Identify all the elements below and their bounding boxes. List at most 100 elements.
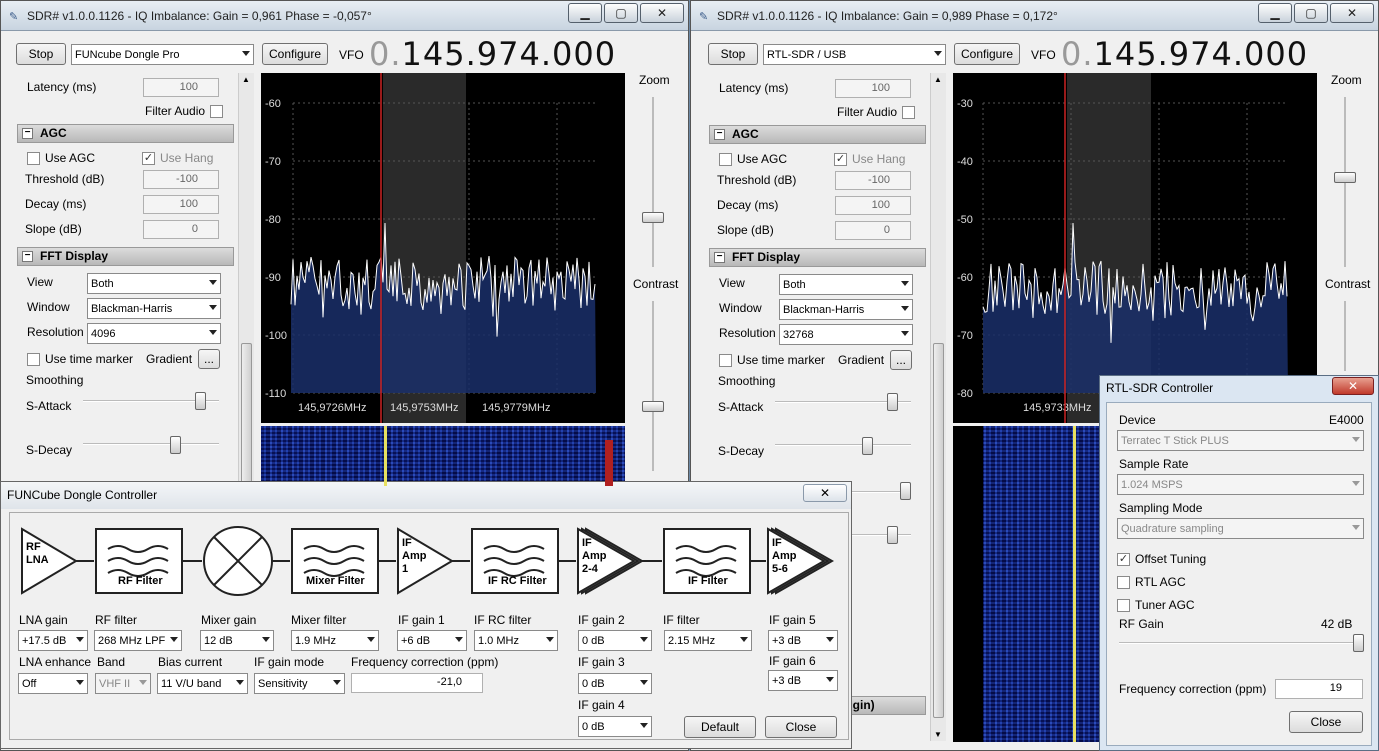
filter-audio-checkbox[interactable]: Filter Audio <box>145 104 224 118</box>
lna-gain-select[interactable]: +17.5 dB <box>18 630 88 651</box>
s-decay-slider[interactable] <box>862 437 873 455</box>
rtl-close-button[interactable]: Close <box>1289 711 1363 733</box>
agc-section-header[interactable]: − AGC <box>709 125 926 144</box>
contrast-slider[interactable] <box>642 401 664 412</box>
rtl-device-select[interactable]: Terratec T Stick PLUS <box>1117 430 1364 451</box>
decay-input[interactable]: 100 <box>835 196 911 215</box>
resolution-select[interactable]: 32768 <box>779 324 913 345</box>
gradient-button[interactable]: ... <box>890 350 912 370</box>
rf-gain-slider[interactable] <box>1353 634 1364 652</box>
if-gain-mode-select[interactable]: Sensitivity <box>254 673 345 694</box>
minimize-button[interactable]: ▁ <box>1258 3 1292 23</box>
zoom-slider[interactable] <box>1334 172 1356 183</box>
close-button[interactable]: ✕ <box>803 484 847 502</box>
title-bar[interactable]: ✎ SDR# v1.0.0.1126 - IQ Imbalance: Gain … <box>691 1 1378 31</box>
if-gain1-select[interactable]: +6 dB <box>397 630 467 651</box>
s-decay-slider[interactable] <box>170 436 181 454</box>
lna-enhance-select[interactable]: Off <box>18 673 88 694</box>
waterfall-panel[interactable] <box>261 426 625 486</box>
slope-input[interactable]: 0 <box>143 220 219 239</box>
threshold-input[interactable]: -100 <box>835 171 911 190</box>
minimize-button[interactable]: ▁ <box>568 3 602 23</box>
configure-button[interactable]: Configure <box>262 43 328 65</box>
fft-section-header[interactable]: − FFT Display <box>709 248 926 267</box>
s-decay-label: S-Decay <box>718 444 765 458</box>
close-button[interactable]: Close <box>765 716 837 738</box>
band-select[interactable]: VHF II <box>95 673 151 694</box>
freq-correction-input[interactable]: -21,0 <box>351 673 483 693</box>
use-agc-checkbox[interactable]: Use AGC <box>719 152 787 166</box>
maximize-button[interactable]: ▢ <box>1294 3 1328 23</box>
vfo-frequency[interactable]: 0.145.974.000 <box>1061 35 1308 73</box>
panel-scrollbar[interactable]: ▲ ▼ <box>930 73 946 741</box>
slider-thumb[interactable] <box>887 526 898 544</box>
scroll-down-icon[interactable]: ▼ <box>934 730 942 739</box>
plugin-header[interactable]: lugin) <box>841 696 926 715</box>
use-agc-checkbox[interactable]: Use AGC <box>27 151 95 165</box>
view-select[interactable]: Both <box>87 273 221 294</box>
s-attack-slider[interactable] <box>887 393 898 411</box>
device-select[interactable]: RTL-SDR / USB <box>763 44 946 65</box>
rtl-freq-correction-input[interactable]: 19 <box>1275 679 1363 699</box>
time-marker-checkbox[interactable]: Use time marker <box>27 352 133 366</box>
panel-scrollbar[interactable]: ▲ <box>238 73 254 483</box>
rf-filter-select[interactable]: 268 MHz LPF <box>94 630 182 651</box>
mixer-filter-select[interactable]: 1.9 MHz <box>291 630 379 651</box>
default-button[interactable]: Default <box>684 716 756 738</box>
resolution-select[interactable]: 4096 <box>87 323 221 344</box>
close-button[interactable]: ✕ <box>640 3 684 23</box>
close-button[interactable]: ✕ <box>1330 3 1374 23</box>
scroll-up-icon[interactable]: ▲ <box>242 75 250 84</box>
if-gain3-select[interactable]: 0 dB <box>578 673 652 694</box>
configure-button[interactable]: Configure <box>954 43 1020 65</box>
s-attack-slider[interactable] <box>195 392 206 410</box>
latency-input[interactable]: 100 <box>835 79 911 98</box>
tuner-agc-checkbox[interactable]: Tuner AGC <box>1117 598 1195 612</box>
maximize-button[interactable]: ▢ <box>604 3 638 23</box>
slope-input[interactable]: 0 <box>835 221 911 240</box>
sample-rate-select[interactable]: 1.024 MSPS <box>1117 474 1364 495</box>
fft-section-header[interactable]: − FFT Display <box>17 247 234 266</box>
threshold-input[interactable]: -100 <box>143 170 219 189</box>
agc-section-header[interactable]: − AGC <box>17 124 234 143</box>
filter-audio-checkbox[interactable]: Filter Audio <box>837 105 916 119</box>
rtl-agc-checkbox[interactable]: RTL AGC <box>1117 575 1186 589</box>
rf-filter-text: RF Filter <box>118 575 163 587</box>
if-gain5-select[interactable]: +3 dB <box>768 630 838 651</box>
offset-tuning-checkbox[interactable]: ✓ Offset Tuning <box>1117 552 1206 566</box>
window-select[interactable]: Blackman-Harris <box>779 299 913 320</box>
zoom-slider[interactable] <box>642 212 664 223</box>
window-select[interactable]: Blackman-Harris <box>87 298 221 319</box>
scroll-up-icon[interactable]: ▲ <box>934 75 942 84</box>
x-tick-label: 145,9733MHz <box>1023 402 1092 414</box>
stop-button[interactable]: Stop <box>16 43 66 65</box>
spectrum-panel[interactable]: -30 -40 -50 -60 -70 -80 145,9733MHz <box>953 73 1317 423</box>
if-gain2-select[interactable]: 0 dB <box>578 630 652 651</box>
vfo-frequency[interactable]: 0.145.974.000 <box>369 35 616 73</box>
mixer-gain-select[interactable]: 12 dB <box>200 630 274 651</box>
decay-input[interactable]: 100 <box>143 195 219 214</box>
bias-current-select[interactable]: 11 V/U band <box>157 673 248 694</box>
if-rc-filter-select[interactable]: 1.0 MHz <box>474 630 558 651</box>
scroll-thumb[interactable] <box>241 343 252 483</box>
use-agc-label: Use AGC <box>45 151 96 165</box>
title-bar[interactable]: FUNCube Dongle Controller ✕ <box>1 482 851 509</box>
if-filter-select[interactable]: 2.15 MHz <box>664 630 752 651</box>
stop-button[interactable]: Stop <box>708 43 758 65</box>
view-select[interactable]: Both <box>779 274 913 295</box>
title-bar[interactable]: ✎ SDR# v1.0.0.1126 - IQ Imbalance: Gain … <box>1 1 688 31</box>
spectrum-panel[interactable]: -60 -70 -80 -90 -100 -110 145,9726MHz 145,9753M… <box>261 73 625 423</box>
scroll-thumb[interactable] <box>933 343 944 718</box>
if-gain6-select[interactable]: +3 dB <box>768 670 838 691</box>
title-bar[interactable]: RTL-SDR Controller ✕ <box>1100 376 1378 400</box>
close-button[interactable]: ✕ <box>1332 377 1374 395</box>
use-hang-checkbox[interactable]: ✓ Use Hang <box>834 152 905 166</box>
time-marker-checkbox[interactable]: Use time marker <box>719 353 825 367</box>
if-gain4-select[interactable]: 0 dB <box>578 716 652 737</box>
sampling-mode-select[interactable]: Quadrature sampling <box>1117 518 1364 539</box>
gradient-button[interactable]: ... <box>198 349 220 369</box>
device-select[interactable]: FUNcube Dongle Pro <box>71 44 254 65</box>
use-hang-checkbox[interactable]: ✓ Use Hang <box>142 151 213 165</box>
latency-input[interactable]: 100 <box>143 78 219 97</box>
slider-thumb[interactable] <box>900 482 911 500</box>
